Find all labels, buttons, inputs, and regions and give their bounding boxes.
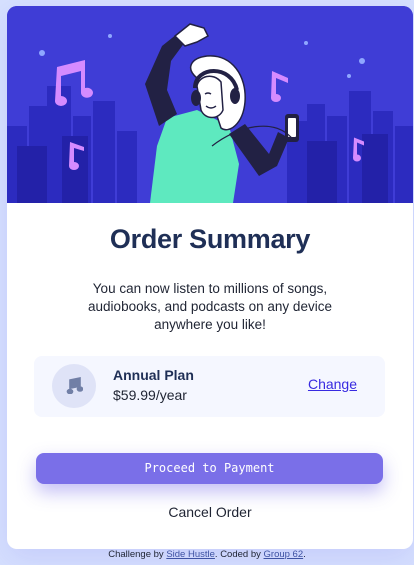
music-note-icon xyxy=(52,364,96,408)
plan-price: $59.99/year xyxy=(113,387,187,403)
attribution-suffix: . xyxy=(303,549,306,560)
attribution-footer: Challenge by Side Hustle. Coded by Group… xyxy=(0,549,414,560)
order-summary-card: Order Summary You can now listen to mill… xyxy=(7,6,413,549)
hero-illustration xyxy=(7,6,413,203)
plan-name: Annual Plan xyxy=(113,367,194,383)
coder-link[interactable]: Group 62 xyxy=(264,549,304,560)
order-description: You can now listen to millions of songs,… xyxy=(88,281,332,332)
proceed-to-payment-button[interactable]: Proceed to Payment xyxy=(36,453,383,484)
hero-illustration-image xyxy=(7,6,413,203)
attribution-prefix: Challenge by xyxy=(108,549,164,560)
cancel-order-button[interactable]: Cancel Order xyxy=(7,504,413,520)
challenge-link[interactable]: Side Hustle xyxy=(166,549,215,560)
change-plan-link[interactable]: Change xyxy=(308,376,357,392)
page-title: Order Summary xyxy=(109,224,311,254)
plan-summary-box: Annual Plan $59.99/year Change xyxy=(34,356,385,417)
attribution-middle: . Coded by xyxy=(214,549,261,560)
